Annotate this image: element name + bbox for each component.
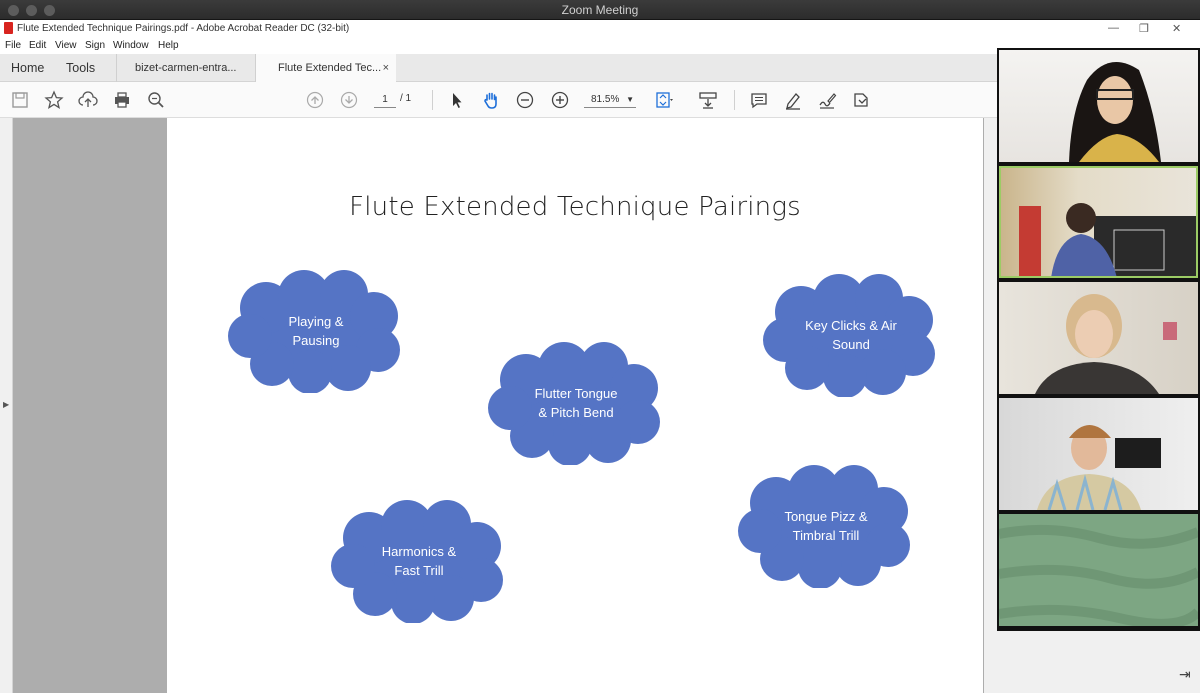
cloud-label-line1: Playing & — [288, 313, 344, 329]
scroll-mode-icon[interactable] — [698, 90, 718, 110]
participant-video-tile[interactable] — [999, 282, 1198, 394]
send-for-signature-icon[interactable] — [851, 90, 871, 110]
menu-sign[interactable]: Sign — [85, 40, 105, 51]
cloud-label-line2: Timbral Trill — [792, 527, 860, 543]
menu-view[interactable]: View — [55, 40, 77, 51]
cloud-shape: Harmonics & Fast Trill — [329, 498, 509, 623]
close-icon[interactable]: ✕ — [1172, 22, 1181, 35]
page-number-input[interactable]: 1 — [374, 92, 396, 108]
save-icon[interactable] — [10, 90, 30, 110]
participant-video-tile[interactable] — [999, 398, 1198, 510]
toolbar-divider — [734, 90, 735, 110]
tab-tools[interactable]: Tools — [66, 54, 95, 82]
pdf-icon — [4, 22, 13, 34]
hand-tool-icon[interactable] — [481, 90, 501, 110]
print-icon[interactable] — [112, 90, 132, 110]
cloud-label-line2: Sound — [832, 336, 870, 352]
participant-video-tile-obscured[interactable] — [999, 514, 1198, 626]
cloud-label-line1: Key Clicks & Air — [805, 317, 897, 333]
slide-title: Flute Extended Technique Pairings — [349, 192, 801, 222]
cloud-label-line2: Pausing — [292, 332, 340, 348]
previous-page-icon[interactable] — [305, 90, 325, 110]
minimize-icon[interactable]: — — [1108, 22, 1119, 34]
window-title: Flute Extended Technique Pairings.pdf - … — [17, 23, 350, 34]
tab-doc-flute-label: Flute Extended Tec... — [278, 62, 382, 74]
menu-edit[interactable]: Edit — [29, 40, 46, 51]
fit-page-icon[interactable] — [654, 90, 674, 110]
cloud-shape: Playing & Pausing — [226, 268, 406, 393]
upload-cloud-icon[interactable] — [78, 90, 98, 110]
cloud-label-line2: Fast Trill — [394, 562, 444, 578]
highlight-pen-icon[interactable] — [783, 90, 803, 110]
maximize-icon[interactable]: ❐ — [1139, 22, 1149, 35]
search-zoom-icon[interactable] — [146, 90, 166, 110]
menu-file[interactable]: File — [5, 40, 21, 51]
cloud-shape: Key Clicks & Air Sound — [761, 272, 941, 397]
zoom-title-bar: Zoom Meeting — [0, 0, 1200, 20]
zoom-level-value: 81.5% — [591, 94, 620, 105]
tab-home[interactable]: Home — [11, 54, 44, 82]
collapse-pane-icon[interactable]: ⇥ — [1179, 666, 1191, 683]
toolbar-divider — [432, 90, 433, 110]
participant-video-tile-active[interactable] — [999, 166, 1198, 278]
comment-icon[interactable] — [749, 90, 769, 110]
zoom-out-icon[interactable] — [515, 90, 535, 110]
participant-gallery — [997, 48, 1200, 631]
select-cursor-icon[interactable] — [447, 90, 467, 110]
menu-help[interactable]: Help — [158, 40, 179, 51]
zoom-level-select[interactable]: 81.5% ▼ — [584, 92, 636, 108]
page-total: / 1 — [400, 93, 412, 104]
cloud-label-line1: Tongue Pizz & — [784, 508, 868, 524]
expand-pane-icon[interactable]: ▶ — [3, 400, 9, 409]
cloud-shape: Tongue Pizz & Timbral Trill — [736, 463, 916, 588]
tab-doc-bizet[interactable]: bizet-carmen-entra... — [116, 54, 254, 82]
draw-sign-icon[interactable] — [817, 90, 837, 110]
document-area[interactable]: Flute Extended Technique Pairings Playin… — [13, 118, 984, 693]
cloud-label-line1: Flutter Tongue — [534, 385, 618, 401]
zoom-title: Zoom Meeting — [561, 3, 639, 17]
tab-doc-flute[interactable]: Flute Extended Tec... × — [255, 54, 396, 83]
cloud-label-line1: Harmonics & — [381, 543, 457, 559]
bookmark-star-icon[interactable] — [44, 90, 64, 110]
next-page-icon[interactable] — [339, 90, 359, 110]
tab-close-icon[interactable]: × — [383, 54, 389, 82]
chevron-down-icon: ▼ — [626, 95, 634, 104]
cloud-label-line2: & Pitch Bend — [538, 404, 614, 420]
acrobat-title-bar: Flute Extended Technique Pairings.pdf - … — [0, 20, 1200, 39]
cloud-shape: Flutter Tongue & Pitch Bend — [486, 340, 666, 465]
participant-video-tile[interactable] — [999, 50, 1198, 162]
zoom-in-icon[interactable] — [550, 90, 570, 110]
menu-window[interactable]: Window — [113, 40, 149, 51]
left-navigation-pane[interactable]: ▶ — [0, 118, 13, 693]
pdf-page: Flute Extended Technique Pairings Playin… — [167, 118, 983, 693]
